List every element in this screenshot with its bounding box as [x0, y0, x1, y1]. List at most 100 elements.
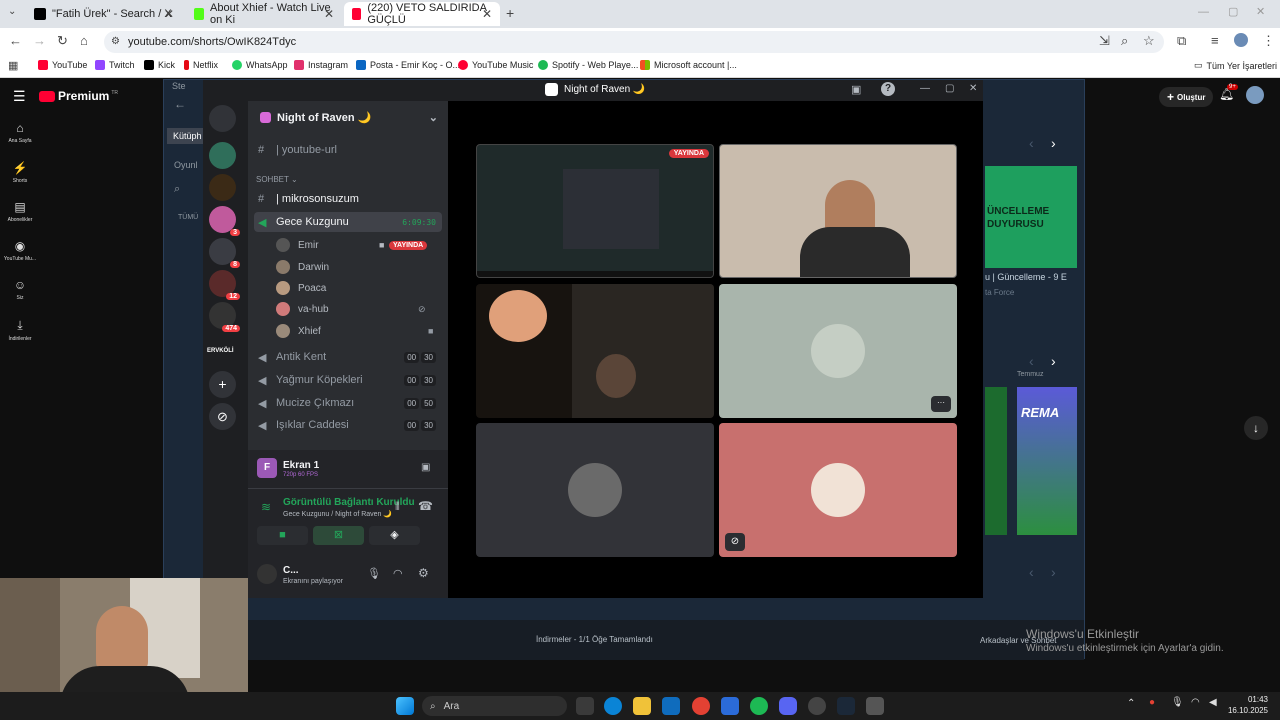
bookmark-youtube[interactable]: YouTube — [38, 60, 87, 70]
server-header[interactable]: Night of Raven 🌙 ⌄ — [248, 101, 448, 133]
youtube-logo[interactable]: Premium TR — [39, 89, 118, 103]
camera-button[interactable]: ■ — [257, 526, 308, 545]
channel-mikrosonsuzum[interactable]: # | mikrosonsuzum — [254, 189, 442, 209]
maximize-icon[interactable]: ▢ — [945, 83, 954, 94]
clock[interactable]: 01:43 16.10.2025 — [1226, 694, 1268, 716]
close-window-icon[interactable]: ✕ — [1256, 5, 1265, 18]
bookmark-twitch[interactable]: Twitch — [95, 60, 135, 70]
microphone-icon[interactable]: 🎙︎ — [1171, 697, 1184, 708]
back-arrow-icon[interactable]: ← — [9, 33, 22, 48]
popout-icon[interactable]: ▣ — [851, 83, 861, 96]
menu-kebab-icon[interactable]: ⋮ — [1262, 33, 1275, 49]
settings-gear-icon[interactable]: ⚙ — [418, 566, 429, 580]
nav-you[interactable]: ☺ Siz — [2, 278, 38, 301]
new-tab-button[interactable]: + — [506, 5, 514, 21]
bookmark-outlook[interactable]: Posta - Emir Koç - O... — [356, 60, 460, 70]
category-sohbet[interactable]: SOHBET ⌄ — [256, 175, 298, 184]
reading-list-icon[interactable]: ≡ — [1211, 33, 1219, 48]
chrome-icon[interactable] — [692, 697, 710, 715]
noise-suppression-icon[interactable]: ⦀ — [395, 501, 400, 514]
nav-subscriptions[interactable]: ▤ Abonelikler — [2, 200, 38, 223]
voice-user[interactable]: Emir ■ YAYINDA — [276, 235, 436, 255]
carousel2-prev-icon[interactable]: ‹ — [1029, 353, 1034, 369]
close-tab-icon[interactable]: ✕ — [482, 7, 492, 21]
edge-icon[interactable] — [604, 697, 622, 715]
game-card-fc[interactable]: REMA — [1017, 387, 1077, 535]
microphone-icon[interactable]: 🎙︎ — [367, 567, 381, 580]
carousel2-next-icon[interactable]: › — [1051, 353, 1056, 369]
apps-grid-icon[interactable]: ▦ — [8, 59, 18, 72]
task-view-icon[interactable] — [576, 697, 594, 715]
taskbar-search[interactable]: ⌕ Ara — [422, 696, 567, 716]
install-app-icon[interactable]: ⇲ — [1099, 33, 1110, 49]
channel-youtube-url[interactable]: # | youtube-url — [254, 140, 442, 160]
chevron-down-icon[interactable]: ⌄ — [429, 111, 438, 124]
bookmark-youtube-music[interactable]: YouTube Music — [458, 60, 533, 70]
create-button[interactable]: + Oluştur — [1159, 87, 1214, 107]
server-icon[interactable] — [209, 142, 236, 169]
screen-share-button[interactable]: ⊠ — [313, 526, 364, 545]
voice-channel-gece-kuzgunu[interactable]: ◀︎ Gece Kuzgunu 6:09:30 — [254, 212, 442, 232]
profile-avatar[interactable] — [1234, 33, 1248, 47]
server-icon[interactable] — [209, 174, 236, 201]
all-bookmarks[interactable]: ▭ Tüm Yer İşaretleri — [1194, 60, 1277, 71]
server-icon[interactable]: 12 — [209, 270, 240, 300]
spotify-icon[interactable] — [750, 697, 768, 715]
tab-search-icon[interactable]: ⌄ — [8, 6, 16, 17]
steam-back-icon[interactable]: ← — [174, 97, 186, 111]
help-icon[interactable]: ? — [881, 82, 895, 96]
voice-channel[interactable]: ◀︎ Yağmur Köpekleri 00 30 — [254, 370, 442, 390]
app-icon[interactable] — [808, 697, 826, 715]
volume-icon[interactable]: ◀︎ — [1209, 697, 1217, 708]
carousel-next-icon[interactable]: › — [1051, 135, 1056, 151]
discord-home-icon[interactable] — [209, 105, 236, 132]
bookmark-instagram[interactable]: Instagram — [294, 60, 348, 70]
extensions-icon[interactable]: ⧉ — [1177, 33, 1186, 49]
voice-user[interactable]: Poaca — [276, 278, 436, 298]
voice-tile-xhief[interactable]: ⊘ — [719, 423, 957, 557]
store-icon[interactable] — [721, 697, 739, 715]
wifi-icon[interactable]: ◠ — [1191, 697, 1200, 708]
carousel3-next-icon[interactable]: › — [1051, 564, 1056, 580]
server-icon[interactable]: 474 — [209, 302, 240, 332]
server-label[interactable]: ERVKÖLİ — [207, 348, 234, 354]
zoom-icon[interactable]: ⌕ — [1121, 33, 1128, 49]
disconnect-icon[interactable]: ☎︎ — [418, 499, 433, 513]
stream-tile-screenshare[interactable]: YAYINDA — [476, 144, 714, 278]
stop-stream-icon[interactable]: ▣ — [421, 462, 430, 473]
bookmark-star-icon[interactable]: ☆ — [1143, 33, 1155, 49]
voice-channel[interactable]: ◀︎ Antik Kent 00 30 — [254, 347, 442, 367]
carousel-prev-icon[interactable]: ‹ — [1029, 135, 1034, 151]
voice-channel[interactable]: ◀︎ Işıklar Caddesi 00 30 — [254, 415, 442, 435]
nav-downloads[interactable]: ⤓ İndirilenler — [2, 318, 38, 342]
discord-icon[interactable] — [779, 697, 797, 715]
nav-youtube-music[interactable]: ◉ YouTube Mu... — [2, 239, 38, 262]
update-banner[interactable]: ÜNCELLEME DUYURUSU — [985, 166, 1077, 268]
video-tile-emir[interactable] — [719, 144, 957, 278]
tab-kick[interactable]: About Xhief - Watch Live on Ki ✕ — [186, 2, 342, 26]
voice-channel[interactable]: ◀︎ Mucize Çıkmazı 00 50 — [254, 393, 442, 413]
reload-icon[interactable]: ↻ — [57, 33, 68, 49]
nav-shorts[interactable]: ⚡ Shorts — [2, 161, 38, 184]
steam-search-icon[interactable]: ⌕ — [174, 183, 180, 196]
tray-chevron-icon[interactable]: ⌃ — [1127, 698, 1135, 709]
maximize-icon[interactable]: ▢ — [1228, 5, 1238, 18]
minimize-icon[interactable]: — — [920, 83, 930, 94]
account-avatar[interactable] — [1246, 86, 1264, 104]
voice-tile-poaca[interactable]: ··· — [719, 284, 957, 418]
discover-icon[interactable]: ⊘ — [209, 403, 236, 430]
video-tile-darwin[interactable] — [476, 284, 714, 418]
tab-youtube[interactable]: (220) VETO SALDIRIDA GÜÇLÜ ✕ — [344, 2, 500, 26]
outlook-icon[interactable] — [662, 697, 680, 715]
close-window-icon[interactable]: ✕ — [969, 83, 977, 94]
notifications-icon[interactable]: 🔔︎ 9+ — [1219, 84, 1238, 101]
scroll-down-icon[interactable]: ↓ — [1244, 416, 1268, 440]
server-icon[interactable]: 8 — [209, 238, 240, 268]
bookmark-kick[interactable]: Kick — [144, 60, 175, 70]
user-avatar[interactable] — [257, 564, 277, 584]
close-tab-icon[interactable]: ✕ — [324, 7, 334, 21]
steam-games-tab[interactable]: Oyunl — [174, 160, 198, 170]
add-server-icon[interactable]: + — [209, 371, 236, 398]
steam-icon[interactable] — [837, 697, 855, 715]
voice-user[interactable]: Xhief ■ — [276, 321, 436, 341]
